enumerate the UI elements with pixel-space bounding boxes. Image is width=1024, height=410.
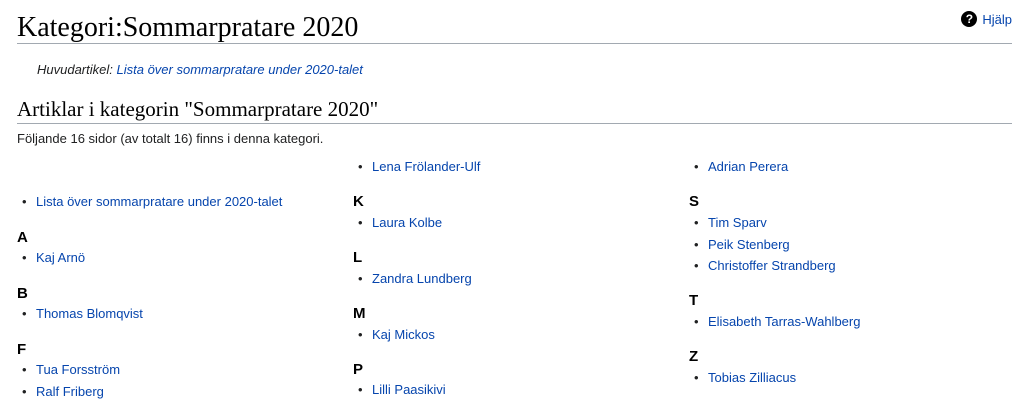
list-item: • Adrian Perera: [689, 158, 788, 176]
bullet-icon: •: [358, 215, 363, 230]
category-page-link[interactable]: Tobias Zilliacus: [708, 370, 796, 385]
letter-heading: L: [353, 249, 363, 266]
category-page-link[interactable]: Ralf Friberg: [36, 384, 104, 399]
list-item: • Christoffer Strandberg: [689, 257, 836, 275]
category-page-link[interactable]: Adrian Perera: [708, 159, 788, 174]
list-item: • Thomas Blomqvist: [17, 305, 143, 323]
bullet-icon: •: [22, 250, 27, 265]
category-page-link[interactable]: Kaj Mickos: [372, 327, 435, 342]
list-item: • Tim Sparv: [689, 214, 767, 232]
bullet-icon: •: [694, 314, 699, 329]
list-item: • Peik Stenberg: [689, 236, 790, 254]
bullet-icon: •: [694, 237, 699, 252]
hatnote-prefix: Huvudartikel:: [37, 62, 113, 77]
section-divider: [17, 123, 1012, 124]
list-item: • Zandra Lundberg: [353, 270, 472, 288]
list-item: • Lena Frölander-Ulf: [353, 158, 480, 176]
list-item: • Kaj Mickos: [353, 326, 435, 344]
letter-heading: Z: [689, 348, 699, 365]
category-page-link[interactable]: Tua Forsström: [36, 362, 120, 377]
main-article-link[interactable]: Lista över sommarpratare under 2020-tale…: [117, 62, 363, 77]
category-page-link[interactable]: Lista över sommarpratare under 2020-tale…: [36, 194, 282, 209]
bullet-icon: •: [694, 159, 699, 174]
category-page-link[interactable]: Christoffer Strandberg: [708, 258, 836, 273]
bullet-icon: •: [358, 159, 363, 174]
list-item: • Tua Forsström: [17, 361, 120, 379]
list-item: • Lista över sommarpratare under 2020-tal…: [17, 193, 282, 211]
letter-heading: K: [353, 193, 364, 210]
category-page-link[interactable]: Laura Kolbe: [372, 215, 442, 230]
bullet-icon: •: [22, 194, 27, 209]
bullet-icon: •: [694, 258, 699, 273]
category-page-link[interactable]: Elisabeth Tarras-Wahlberg: [708, 314, 860, 329]
help-icon: ?: [961, 11, 978, 27]
bullet-icon: •: [694, 370, 699, 385]
category-page-link[interactable]: Tim Sparv: [708, 215, 767, 230]
bullet-icon: •: [358, 271, 363, 286]
category-intro: Följande 16 sidor (av totalt 16) finns i…: [17, 131, 324, 146]
category-page-link[interactable]: Peik Stenberg: [708, 237, 790, 252]
title-divider: [17, 43, 1012, 44]
category-page-link[interactable]: Zandra Lundberg: [372, 271, 472, 286]
bullet-icon: •: [22, 384, 27, 399]
letter-heading: M: [353, 305, 366, 322]
section-heading: Artiklar i kategorin "Sommarpratare 2020…: [17, 97, 379, 121]
category-page-link[interactable]: Lena Frölander-Ulf: [372, 159, 480, 174]
bullet-icon: •: [694, 215, 699, 230]
letter-heading: A: [17, 229, 28, 246]
category-page-link[interactable]: Kaj Arnö: [36, 250, 85, 265]
category-page-link[interactable]: Lilli Paasikivi: [372, 382, 446, 397]
bullet-icon: •: [22, 362, 27, 377]
help-link[interactable]: ? Hjälp: [961, 11, 1012, 27]
category-page-link[interactable]: Thomas Blomqvist: [36, 306, 143, 321]
list-item: • Lilli Paasikivi: [353, 381, 446, 399]
page-title: Kategori:Sommarpratare 2020: [17, 12, 359, 43]
list-item: • Laura Kolbe: [353, 214, 442, 232]
list-item: • Ralf Friberg: [17, 383, 104, 401]
bullet-icon: •: [358, 327, 363, 342]
list-item: • Elisabeth Tarras-Wahlberg: [689, 313, 860, 331]
bullet-icon: •: [358, 382, 363, 397]
letter-heading: F: [17, 341, 27, 358]
bullet-icon: •: [22, 306, 27, 321]
letter-heading: T: [689, 292, 699, 309]
list-item: • Kaj Arnö: [17, 249, 85, 267]
hatnote: Huvudartikel: Lista över sommarpratare u…: [37, 62, 363, 77]
letter-heading: S: [689, 193, 700, 210]
help-label: Hjälp: [982, 11, 1012, 27]
list-item: • Tobias Zilliacus: [689, 369, 796, 387]
letter-heading: B: [17, 285, 28, 302]
letter-heading: P: [353, 361, 364, 378]
